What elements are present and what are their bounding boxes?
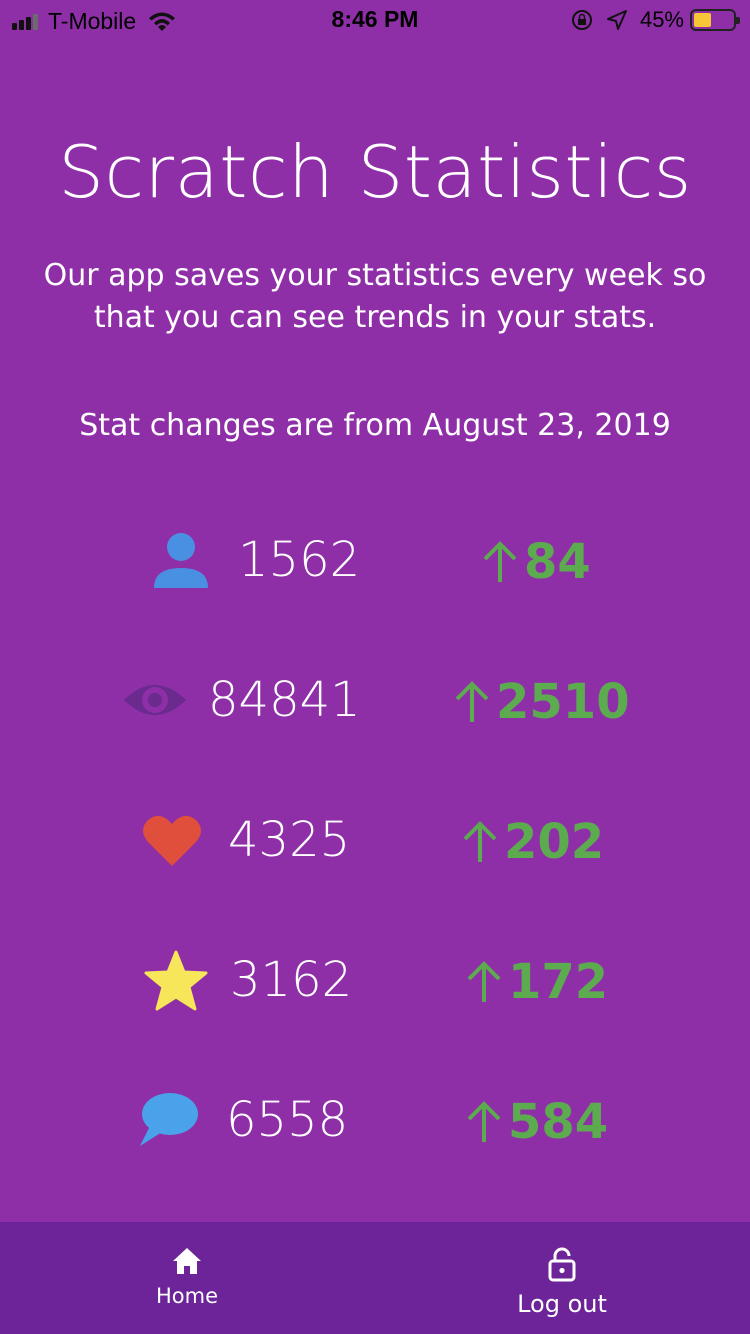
home-icon <box>173 1248 201 1274</box>
star-icon <box>144 950 208 1011</box>
views-icon <box>124 685 186 715</box>
stat-row-comments: 6558 584 <box>0 1080 750 1160</box>
stat-change-value: 84 <box>524 534 591 590</box>
stat-value: 6558 <box>226 1092 349 1148</box>
unlock-icon <box>548 1247 576 1282</box>
stat-row-views: 84841 2510 <box>0 660 750 740</box>
arrow-up-icon <box>467 1101 501 1142</box>
app-screen: T-Mobile 8:46 PM 45% Scratch Statistics … <box>0 0 750 1334</box>
stat-change-value: 172 <box>508 954 609 1010</box>
orientation-lock-icon <box>571 10 592 30</box>
stat-value: 3162 <box>230 952 353 1008</box>
speech-bubble-icon <box>140 1093 198 1146</box>
page-title: Scratch Statistics <box>58 130 692 214</box>
arrow-up-icon <box>455 681 489 722</box>
arrow-up-icon <box>483 541 517 582</box>
stat-value: 4325 <box>228 812 351 868</box>
changes-date-note: Stat changes are from August 23, 2019 <box>79 408 671 443</box>
stat-change-value: 584 <box>508 1094 609 1150</box>
stat-change: 84 <box>480 534 591 590</box>
arrow-up-icon <box>463 821 497 862</box>
nav-logout-button[interactable]: Log out <box>462 1246 662 1318</box>
stat-change-value: 2510 <box>496 674 630 730</box>
arrow-up-icon <box>467 961 501 1002</box>
bottom-nav: Home Log out <box>0 1222 750 1334</box>
battery-percentage: 45% <box>639 7 684 32</box>
followers-icon <box>154 533 208 588</box>
status-bar: T-Mobile 8:46 PM 45% <box>0 0 750 40</box>
stat-change-value: 202 <box>504 814 605 870</box>
page-subtitle: Our app saves your statistics every week… <box>43 258 707 335</box>
stat-value: 84841 <box>208 672 361 728</box>
nav-home-button[interactable]: Home <box>87 1246 287 1308</box>
nav-logout-label: Log out <box>517 1290 607 1318</box>
stat-row-followers: 1562 84 <box>0 520 750 600</box>
stat-change: 172 <box>464 954 608 1010</box>
battery-icon <box>690 9 740 31</box>
heart-icon <box>143 815 201 866</box>
location-icon <box>606 10 627 30</box>
stat-change: 202 <box>460 814 604 870</box>
stat-row-favorites: 3162 172 <box>0 940 750 1020</box>
stat-change: 2510 <box>452 674 630 730</box>
stat-value: 1562 <box>238 532 361 588</box>
stat-row-loves: 4325 202 <box>0 800 750 880</box>
nav-home-label: Home <box>155 1284 218 1308</box>
stat-change: 584 <box>464 1094 608 1150</box>
